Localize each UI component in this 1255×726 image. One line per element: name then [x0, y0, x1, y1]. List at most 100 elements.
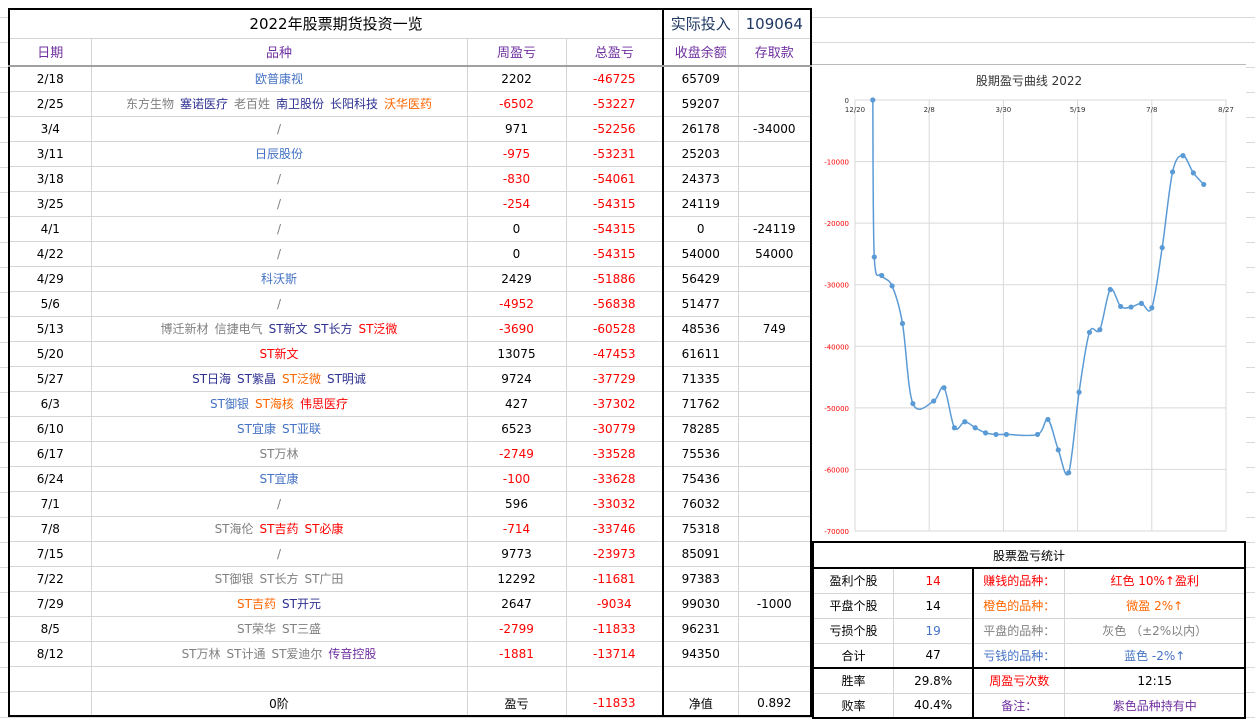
deposit-cell[interactable] — [737, 190, 812, 217]
date-cell[interactable]: 3/25 — [8, 190, 92, 217]
total-pl-cell[interactable]: -33528 — [565, 440, 664, 467]
total-pl-cell[interactable]: -53227 — [565, 90, 664, 117]
balance-cell[interactable]: 65709 — [662, 65, 739, 92]
date-cell[interactable]: 7/8 — [8, 515, 92, 542]
date-cell[interactable]: 6/24 — [8, 465, 92, 492]
empty-cell[interactable] — [8, 665, 92, 692]
date-cell[interactable]: 8/12 — [8, 640, 92, 667]
date-cell[interactable]: 4/29 — [8, 265, 92, 292]
balance-cell[interactable]: 25203 — [662, 140, 739, 167]
deposit-cell[interactable] — [737, 165, 812, 192]
total-pl-cell[interactable]: -60528 — [565, 315, 664, 342]
deposit-cell[interactable] — [737, 340, 812, 367]
weekly-pl-cell[interactable]: 0 — [466, 215, 567, 242]
pl-chart[interactable]: 股期盈亏曲线 2022 0 -10000 -20000 -30000 -40000 -50… — [812, 64, 1246, 541]
deposit-cell[interactable] — [737, 415, 812, 442]
legend-label[interactable]: 备注： — [972, 692, 1066, 719]
deposit-cell[interactable] — [737, 65, 812, 92]
date-cell[interactable]: 6/17 — [8, 440, 92, 467]
weekly-pl-cell[interactable]: 596 — [466, 490, 567, 517]
balance-cell[interactable]: 75536 — [662, 440, 739, 467]
total-pl-cell[interactable]: -30779 — [565, 415, 664, 442]
date-cell[interactable]: 7/22 — [8, 565, 92, 592]
weekly-pl-cell[interactable]: -2799 — [466, 615, 567, 642]
balance-cell[interactable]: 0 — [662, 215, 739, 242]
date-cell[interactable]: 7/1 — [8, 490, 92, 517]
deposit-cell[interactable] — [737, 440, 812, 467]
empty-cell[interactable] — [466, 665, 567, 692]
date-cell[interactable]: 6/3 — [8, 390, 92, 417]
empty-cell[interactable] — [8, 690, 92, 717]
legend-value[interactable]: 12:15 — [1064, 667, 1246, 694]
variety-cell[interactable]: ST荣华 ST三盛 — [90, 615, 468, 642]
total-pl-cell[interactable]: -37729 — [565, 365, 664, 392]
balance-cell[interactable]: 78285 — [662, 415, 739, 442]
deposit-cell[interactable] — [737, 390, 812, 417]
weekly-pl-cell[interactable]: -3690 — [466, 315, 567, 342]
weekly-pl-cell[interactable]: 12292 — [466, 565, 567, 592]
date-cell[interactable]: 6/10 — [8, 415, 92, 442]
date-cell[interactable]: 3/18 — [8, 165, 92, 192]
stat-label[interactable]: 平盘个股 — [812, 592, 895, 619]
date-cell[interactable]: 5/20 — [8, 340, 92, 367]
total-pl-cell[interactable]: -46725 — [565, 65, 664, 92]
balance-cell[interactable]: 24119 — [662, 190, 739, 217]
weekly-pl-cell[interactable]: 2429 — [466, 265, 567, 292]
balance-cell[interactable]: 59207 — [662, 90, 739, 117]
balance-cell[interactable]: 94350 — [662, 640, 739, 667]
date-cell[interactable]: 3/4 — [8, 115, 92, 142]
balance-cell[interactable]: 24373 — [662, 165, 739, 192]
variety-cell[interactable]: / — [90, 290, 468, 317]
variety-cell[interactable]: ST日海 ST紫晶 ST泛微 ST明诚 — [90, 365, 468, 392]
deposit-cell[interactable]: -24119 — [737, 215, 812, 242]
balance-cell[interactable]: 26178 — [662, 115, 739, 142]
weekly-pl-cell[interactable]: -2749 — [466, 440, 567, 467]
deposit-cell[interactable]: -1000 — [737, 590, 812, 617]
weekly-pl-cell[interactable]: -100 — [466, 465, 567, 492]
legend-value[interactable]: 灰色 （±2%以内） — [1064, 617, 1246, 644]
legend-value[interactable]: 微盈 2%↑ — [1064, 592, 1246, 619]
date-cell[interactable]: 2/25 — [8, 90, 92, 117]
date-cell[interactable]: 7/15 — [8, 540, 92, 567]
header-date[interactable]: 日期 — [8, 37, 92, 67]
total-pl-cell[interactable]: -33746 — [565, 515, 664, 542]
date-cell[interactable]: 8/5 — [8, 615, 92, 642]
total-pl-cell[interactable]: -54061 — [565, 165, 664, 192]
stat-value[interactable]: 19 — [893, 617, 974, 644]
deposit-cell[interactable]: -34000 — [737, 115, 812, 142]
date-cell[interactable]: 5/27 — [8, 365, 92, 392]
weekly-pl-cell[interactable]: 2202 — [466, 65, 567, 92]
variety-cell[interactable]: / — [90, 490, 468, 517]
variety-cell[interactable]: / — [90, 190, 468, 217]
deposit-cell[interactable] — [737, 565, 812, 592]
variety-cell[interactable]: ST海伦 ST吉药 ST必康 — [90, 515, 468, 542]
balance-cell[interactable]: 96231 — [662, 615, 739, 642]
total-pl-cell[interactable]: -54315 — [565, 240, 664, 267]
date-cell[interactable]: 4/1 — [8, 215, 92, 242]
weekly-pl-cell[interactable]: 13075 — [466, 340, 567, 367]
balance-cell[interactable]: 97383 — [662, 565, 739, 592]
weekly-pl-cell[interactable]: 971 — [466, 115, 567, 142]
nav-label[interactable]: 净值 — [662, 690, 739, 717]
header-balance[interactable]: 收盘余额 — [662, 37, 739, 67]
legend-label[interactable]: 橙色的品种： — [972, 592, 1066, 619]
variety-cell[interactable]: 科沃斯 — [90, 265, 468, 292]
balance-cell[interactable]: 85091 — [662, 540, 739, 567]
variety-cell[interactable]: ST御银 ST长方 ST广田 — [90, 565, 468, 592]
variety-cell[interactable]: / — [90, 215, 468, 242]
header-weekly-pl[interactable]: 周盈亏 — [466, 37, 567, 67]
deposit-cell[interactable] — [737, 515, 812, 542]
total-pl-cell[interactable]: -47453 — [565, 340, 664, 367]
weekly-pl-cell[interactable]: -975 — [466, 140, 567, 167]
weekly-pl-cell[interactable]: 0 — [466, 240, 567, 267]
total-pl-cell[interactable]: -54315 — [565, 215, 664, 242]
variety-cell[interactable]: ST新文 — [90, 340, 468, 367]
stat-value[interactable]: 29.8% — [893, 667, 974, 694]
weekly-pl-cell[interactable]: -714 — [466, 515, 567, 542]
variety-cell[interactable]: ST宜康 ST亚联 — [90, 415, 468, 442]
weekly-pl-cell[interactable]: -1881 — [466, 640, 567, 667]
total-pl-cell[interactable]: -23973 — [565, 540, 664, 567]
total-pl-cell[interactable]: -52256 — [565, 115, 664, 142]
variety-cell[interactable]: 欧普康视 — [90, 65, 468, 92]
pl-value[interactable]: -11833 — [565, 690, 664, 717]
